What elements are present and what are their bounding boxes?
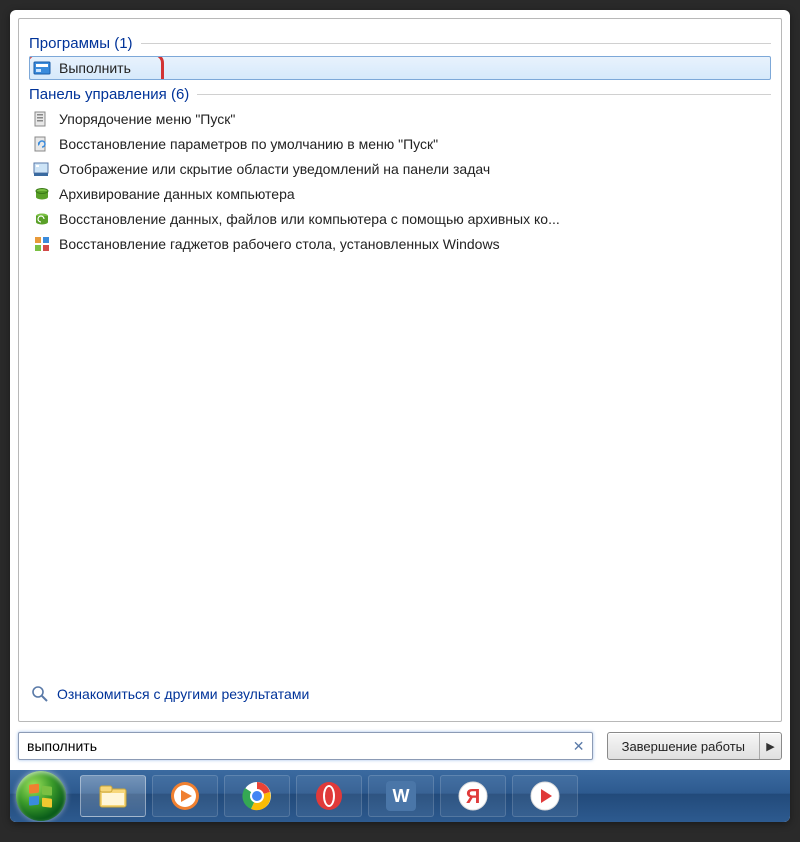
taskbar-mediaplayer[interactable] <box>152 775 218 817</box>
section-programs-label: Программы (1) <box>29 35 133 52</box>
menu-restore-icon <box>33 135 51 153</box>
search-box[interactable]: ✕ <box>18 732 593 760</box>
menu-organize-icon <box>33 110 51 128</box>
run-icon <box>33 59 51 77</box>
taskbar: W Я <box>10 770 790 822</box>
see-more-results-label: Ознакомиться с другими результатами <box>57 686 309 702</box>
cp-result-label: Архивирование данных компьютера <box>59 186 295 202</box>
start-button[interactable] <box>16 771 66 821</box>
cp-result-label: Отображение или скрытие области уведомле… <box>59 161 490 177</box>
bottom-row: ✕ Завершение работы ▶ <box>10 728 790 770</box>
cp-result-item[interactable]: Упорядочение меню "Пуск" <box>29 107 771 131</box>
search-results-panel: Программы (1) Выполнить Панель управлени… <box>18 18 782 722</box>
cp-result-item[interactable]: Отображение или скрытие области уведомле… <box>29 157 771 181</box>
results-area: Программы (1) Выполнить Панель управлени… <box>29 29 771 679</box>
taskbar-icon <box>33 160 51 178</box>
section-programs-header: Программы (1) <box>29 35 771 52</box>
clear-search-button[interactable]: ✕ <box>570 737 588 755</box>
taskbar-explorer[interactable] <box>80 775 146 817</box>
program-result-run[interactable]: Выполнить <box>29 56 771 80</box>
shutdown-menu-arrow[interactable]: ▶ <box>759 733 781 759</box>
program-result-label: Выполнить <box>59 60 131 76</box>
divider <box>141 43 771 44</box>
section-controlpanel-header: Панель управления (6) <box>29 86 771 103</box>
taskbar-yandex-browser[interactable] <box>512 775 578 817</box>
cp-result-label: Восстановление данных, файлов или компью… <box>59 211 560 227</box>
divider <box>197 94 771 95</box>
start-menu-search-window: Программы (1) Выполнить Панель управлени… <box>10 10 790 822</box>
cp-result-item[interactable]: Архивирование данных компьютера <box>29 182 771 206</box>
taskbar-chrome[interactable] <box>224 775 290 817</box>
cp-result-item[interactable]: Восстановление гаджетов рабочего стола, … <box>29 232 771 256</box>
search-icon <box>31 685 49 703</box>
taskbar-opera[interactable] <box>296 775 362 817</box>
see-more-results-link[interactable]: Ознакомиться с другими результатами <box>29 679 771 711</box>
cp-result-item[interactable]: Восстановление параметров по умолчанию в… <box>29 132 771 156</box>
cp-result-item[interactable]: Восстановление данных, файлов или компью… <box>29 207 771 231</box>
section-controlpanel-label: Панель управления (6) <box>29 86 189 103</box>
shutdown-split-button[interactable]: Завершение работы ▶ <box>607 732 782 760</box>
svg-text:Я: Я <box>466 786 480 808</box>
backup-icon <box>33 185 51 203</box>
search-input[interactable] <box>27 738 570 754</box>
gadgets-icon <box>33 235 51 253</box>
restore-backup-icon <box>33 210 51 228</box>
cp-result-label: Восстановление параметров по умолчанию в… <box>59 136 438 152</box>
svg-text:W: W <box>393 786 410 806</box>
taskbar-yandex[interactable]: Я <box>440 775 506 817</box>
taskbar-vk[interactable]: W <box>368 775 434 817</box>
cp-result-label: Упорядочение меню "Пуск" <box>59 111 235 127</box>
shutdown-label: Завершение работы <box>608 733 759 759</box>
cp-result-label: Восстановление гаджетов рабочего стола, … <box>59 236 500 252</box>
